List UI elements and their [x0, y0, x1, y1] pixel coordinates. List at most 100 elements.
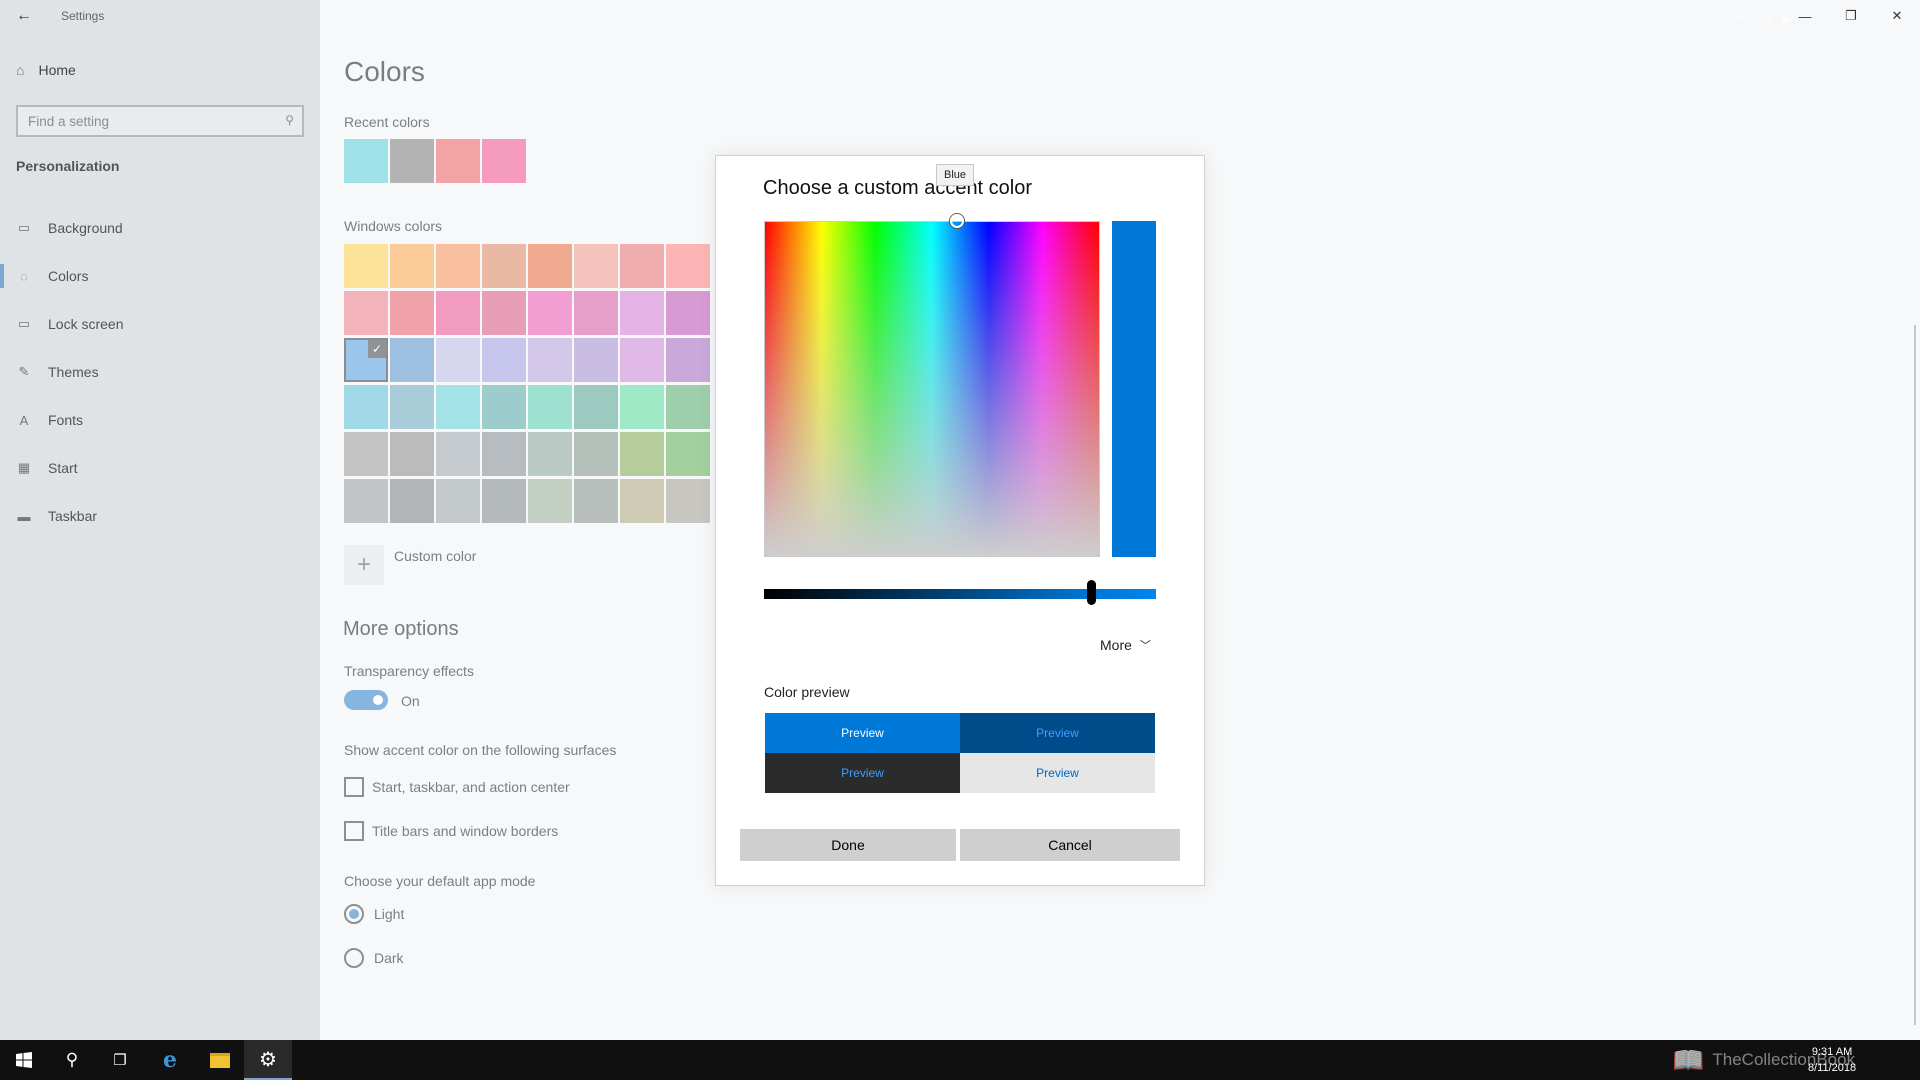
recent-color-swatch[interactable] [482, 139, 526, 183]
windows-color-swatch[interactable] [344, 244, 388, 288]
windows-color-swatch[interactable] [436, 432, 480, 476]
windows-color-swatch[interactable] [436, 385, 480, 429]
windows-color-swatch[interactable] [390, 479, 434, 523]
windows-color-swatch[interactable] [620, 385, 664, 429]
recent-color-swatch[interactable] [390, 139, 434, 183]
sidebar-item-label: Start [48, 460, 78, 476]
windows-color-swatch[interactable] [528, 432, 572, 476]
windows-color-swatch[interactable] [528, 338, 572, 382]
mode-light-radio[interactable] [344, 904, 364, 924]
windows-color-swatch[interactable] [574, 291, 618, 335]
cancel-button[interactable]: Cancel [960, 829, 1180, 861]
color-spectrum[interactable] [764, 221, 1100, 557]
sidebar-item-fonts[interactable]: A Fonts [0, 396, 320, 444]
windows-color-swatch[interactable] [436, 244, 480, 288]
windows-color-swatch[interactable] [528, 479, 572, 523]
mode-light-label[interactable]: Light [374, 906, 404, 922]
mode-dark-label[interactable]: Dark [374, 950, 404, 966]
windows-color-swatch[interactable] [390, 244, 434, 288]
windows-color-swatch[interactable] [482, 244, 526, 288]
recent-color-swatch[interactable] [344, 139, 388, 183]
windows-color-swatch[interactable] [528, 385, 572, 429]
tray-show-hidden[interactable]: ^ [1738, 0, 1744, 40]
start-button[interactable] [0, 1040, 48, 1080]
windows-color-swatch[interactable] [390, 385, 434, 429]
windows-color-swatch[interactable] [666, 291, 710, 335]
windows-color-swatch[interactable] [666, 385, 710, 429]
windows-color-swatch[interactable] [482, 432, 526, 476]
windows-color-swatch[interactable] [436, 338, 480, 382]
title-bars-label[interactable]: Title bars and window borders [372, 823, 558, 839]
search-input[interactable]: Find a setting ⚲ [16, 105, 304, 137]
windows-color-swatch[interactable] [574, 244, 618, 288]
windows-color-swatch[interactable] [344, 432, 388, 476]
spectrum-picker-handle[interactable] [950, 214, 964, 228]
windows-color-swatch[interactable] [390, 432, 434, 476]
windows-color-swatch[interactable] [528, 291, 572, 335]
windows-color-swatch[interactable] [666, 338, 710, 382]
windows-color-swatch[interactable] [666, 479, 710, 523]
sidebar-item-start[interactable]: ▦ Start [0, 444, 320, 492]
sidebar-item-background[interactable]: ▭ Background [0, 204, 320, 252]
windows-color-swatch[interactable] [528, 244, 572, 288]
more-toggle[interactable]: More ﹀ [1100, 637, 1151, 653]
windows-color-swatch[interactable] [620, 291, 664, 335]
recent-color-swatch[interactable] [436, 139, 480, 183]
windows-color-swatch[interactable]: ✓ [344, 338, 388, 382]
windows-color-swatch[interactable] [344, 291, 388, 335]
windows-color-swatch[interactable] [390, 338, 434, 382]
scrollbar[interactable] [1914, 325, 1916, 1025]
sidebar-item-label: Taskbar [48, 508, 98, 524]
toggle-knob [373, 695, 383, 705]
windows-color-swatch[interactable] [344, 385, 388, 429]
tray-network[interactable]: ▭ [1760, 0, 1771, 40]
custom-color-label[interactable]: Custom color [394, 548, 476, 564]
sidebar-item-themes[interactable]: ✎ Themes [0, 348, 320, 396]
windows-color-swatch[interactable] [482, 385, 526, 429]
windows-color-swatch[interactable] [482, 338, 526, 382]
mode-dark-radio[interactable] [344, 948, 364, 968]
brightness-slider[interactable] [764, 589, 1156, 599]
windows-color-swatch[interactable] [482, 291, 526, 335]
sidebar-item-taskbar[interactable]: ▬ Taskbar [0, 492, 320, 540]
windows-color-swatch[interactable] [390, 291, 434, 335]
sidebar-item-colors[interactable]: ◌ Colors [0, 252, 320, 300]
windows-color-swatch[interactable] [666, 432, 710, 476]
start-taskbar-label[interactable]: Start, taskbar, and action center [372, 779, 570, 795]
settings-taskbar-button[interactable]: ⚙ [244, 1040, 292, 1080]
done-button[interactable]: Done [740, 829, 956, 861]
windows-color-swatch[interactable] [436, 291, 480, 335]
nav-home[interactable]: ⌂ Home [16, 62, 76, 78]
sidebar-item-lock-screen[interactable]: ▭ Lock screen [0, 300, 320, 348]
search-button[interactable]: ⚲ [48, 1040, 96, 1080]
windows-start-icon [16, 1052, 32, 1068]
windows-color-swatch[interactable] [344, 479, 388, 523]
edge-button[interactable]: e [146, 1040, 194, 1080]
tray-clock[interactable]: 9:31 AM 8/11/2018 [1808, 1044, 1856, 1076]
windows-color-swatch[interactable] [574, 432, 618, 476]
custom-color-button[interactable]: + [344, 545, 384, 585]
windows-color-swatch[interactable] [620, 479, 664, 523]
notification-icon: 🗨 [1880, 13, 1896, 27]
windows-color-swatch[interactable] [574, 338, 618, 382]
windows-color-swatch[interactable] [620, 338, 664, 382]
title-bars-checkbox[interactable] [344, 821, 364, 841]
windows-color-swatch[interactable] [666, 244, 710, 288]
windows-color-swatch[interactable] [436, 479, 480, 523]
back-button[interactable]: ← [0, 0, 48, 32]
action-center-button[interactable]: 🗨 [1880, 0, 1895, 40]
chevron-up-icon: ^ [1738, 13, 1744, 27]
restore-button[interactable]: ❐ [1828, 0, 1874, 32]
tray-volume[interactable]: 🕪 [1782, 0, 1790, 40]
start-taskbar-checkbox[interactable] [344, 777, 364, 797]
windows-color-swatch[interactable] [620, 244, 664, 288]
preview-light-mode: Preview [960, 753, 1155, 793]
windows-color-swatch[interactable] [574, 385, 618, 429]
windows-color-swatch[interactable] [574, 479, 618, 523]
brightness-slider-thumb[interactable] [1087, 580, 1096, 605]
file-explorer-button[interactable] [196, 1040, 244, 1080]
task-view-button[interactable]: ❐ [96, 1040, 144, 1080]
transparency-toggle[interactable] [344, 690, 388, 710]
windows-color-swatch[interactable] [482, 479, 526, 523]
windows-color-swatch[interactable] [620, 432, 664, 476]
